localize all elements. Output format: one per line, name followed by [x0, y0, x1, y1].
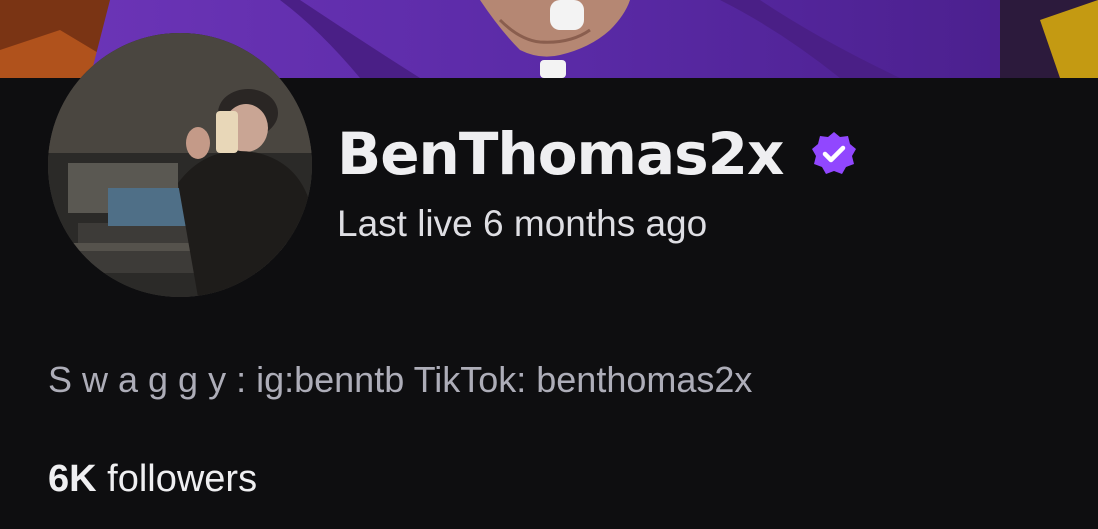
channel-avatar[interactable]: [48, 33, 312, 297]
followers-number: 6K: [48, 458, 97, 500]
channel-bio: S w a g g y : ig:benntb TikTok: benthoma…: [48, 359, 753, 400]
followers-count[interactable]: 6K followers: [48, 460, 257, 498]
channel-name[interactable]: BenThomas2x: [337, 125, 784, 183]
channel-name-row: BenThomas2x: [337, 112, 859, 196]
followers-label: followers: [107, 458, 258, 500]
last-live-status: Last live 6 months ago: [337, 203, 708, 244]
verified-badge-icon: [809, 129, 859, 179]
channel-profile-header: BenThomas2x Last live 6 months ago S w a…: [0, 0, 1098, 529]
